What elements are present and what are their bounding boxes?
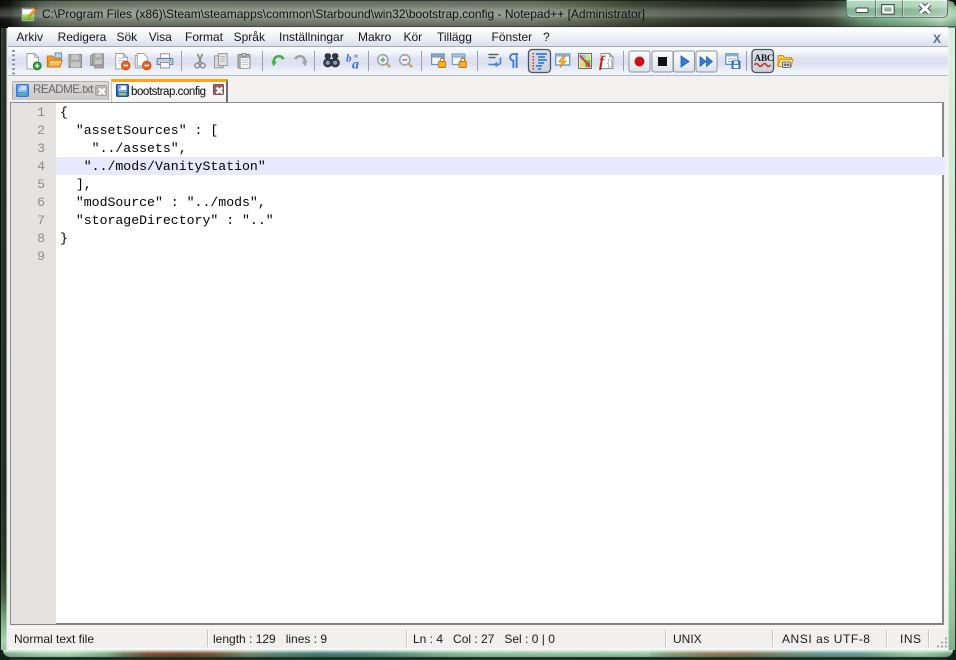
svg-text:a: a bbox=[352, 58, 359, 73]
svg-text:{}: {} bbox=[607, 58, 613, 68]
svg-text:ABC: ABC bbox=[754, 54, 774, 64]
